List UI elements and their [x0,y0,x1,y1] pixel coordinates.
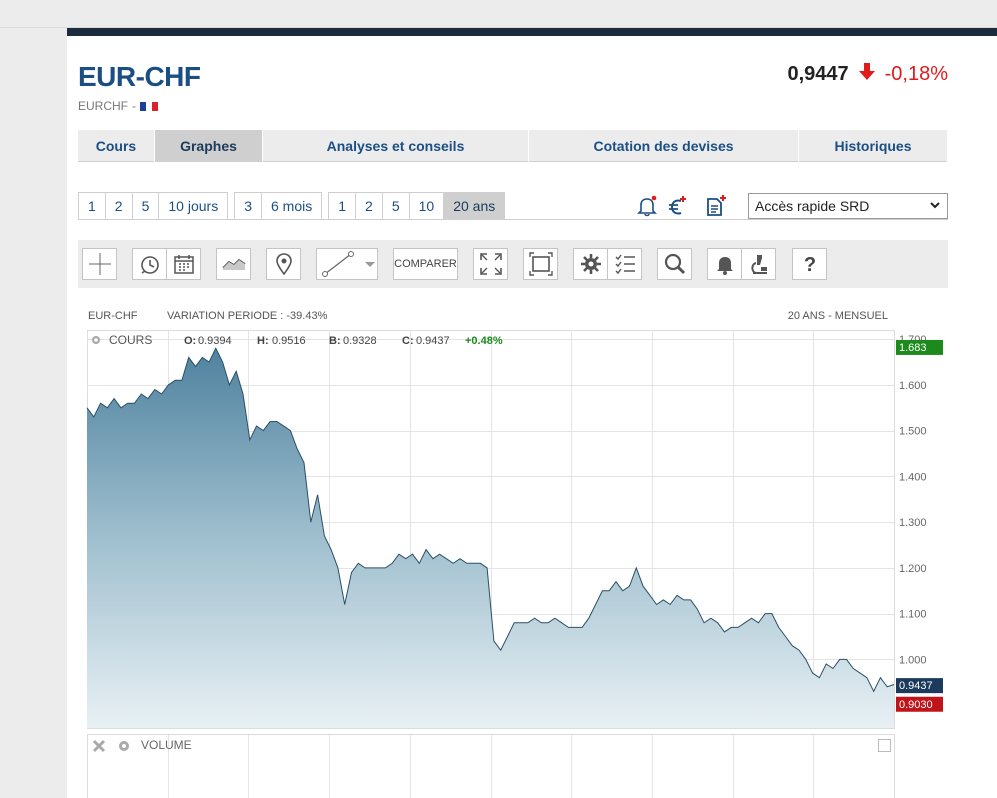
price-badge: 1.683 [896,339,943,355]
legend-h-label: H: [257,335,269,347]
y-tick-label: 1.300 [899,517,927,529]
price-badge-label: 0.9437 [899,680,933,692]
price-badge-label: 1.683 [899,342,927,354]
price-chart[interactable]: 1.7001.6001.5001.4001.3001.2001.1001.000… [67,28,997,798]
legend-b-value: 0.9328 [343,335,377,347]
y-tick-label: 1.100 [899,609,927,621]
y-tick-label: 1.200 [899,563,927,575]
price-badge-label: 0.9030 [899,699,933,711]
legend-o-value: 0.9394 [198,335,232,347]
legend-c-value: 0.9437 [416,335,450,347]
browser-top-strip [0,0,997,28]
legend-h-value: 0.9516 [272,335,306,347]
price-badge: 0.9437 [896,678,943,694]
y-tick-label: 1.400 [899,471,927,483]
page-content: EUR-CHF EURCHF - 0,9447 -0,18% Cours Gra… [67,28,997,798]
volume-panel: VOLUME [87,734,895,798]
legend-change: +0.48% [465,335,503,347]
y-tick-label: 1.000 [899,654,927,666]
legend-b-label: B: [329,335,341,347]
volume-checkbox [878,739,891,752]
y-axis: 1.7001.6001.5001.4001.3001.2001.1001.000 [899,334,927,666]
y-tick-label: 1.600 [899,380,927,392]
price-badge: 0.9030 [896,696,943,712]
legend-series: COURS [109,333,152,347]
legend-c-label: C: [402,335,414,347]
legend-o-label: O: [184,335,196,347]
volume-label: VOLUME [141,738,192,752]
y-tick-label: 1.500 [899,426,927,438]
gear-icon [92,336,100,344]
gear-icon [119,741,129,751]
